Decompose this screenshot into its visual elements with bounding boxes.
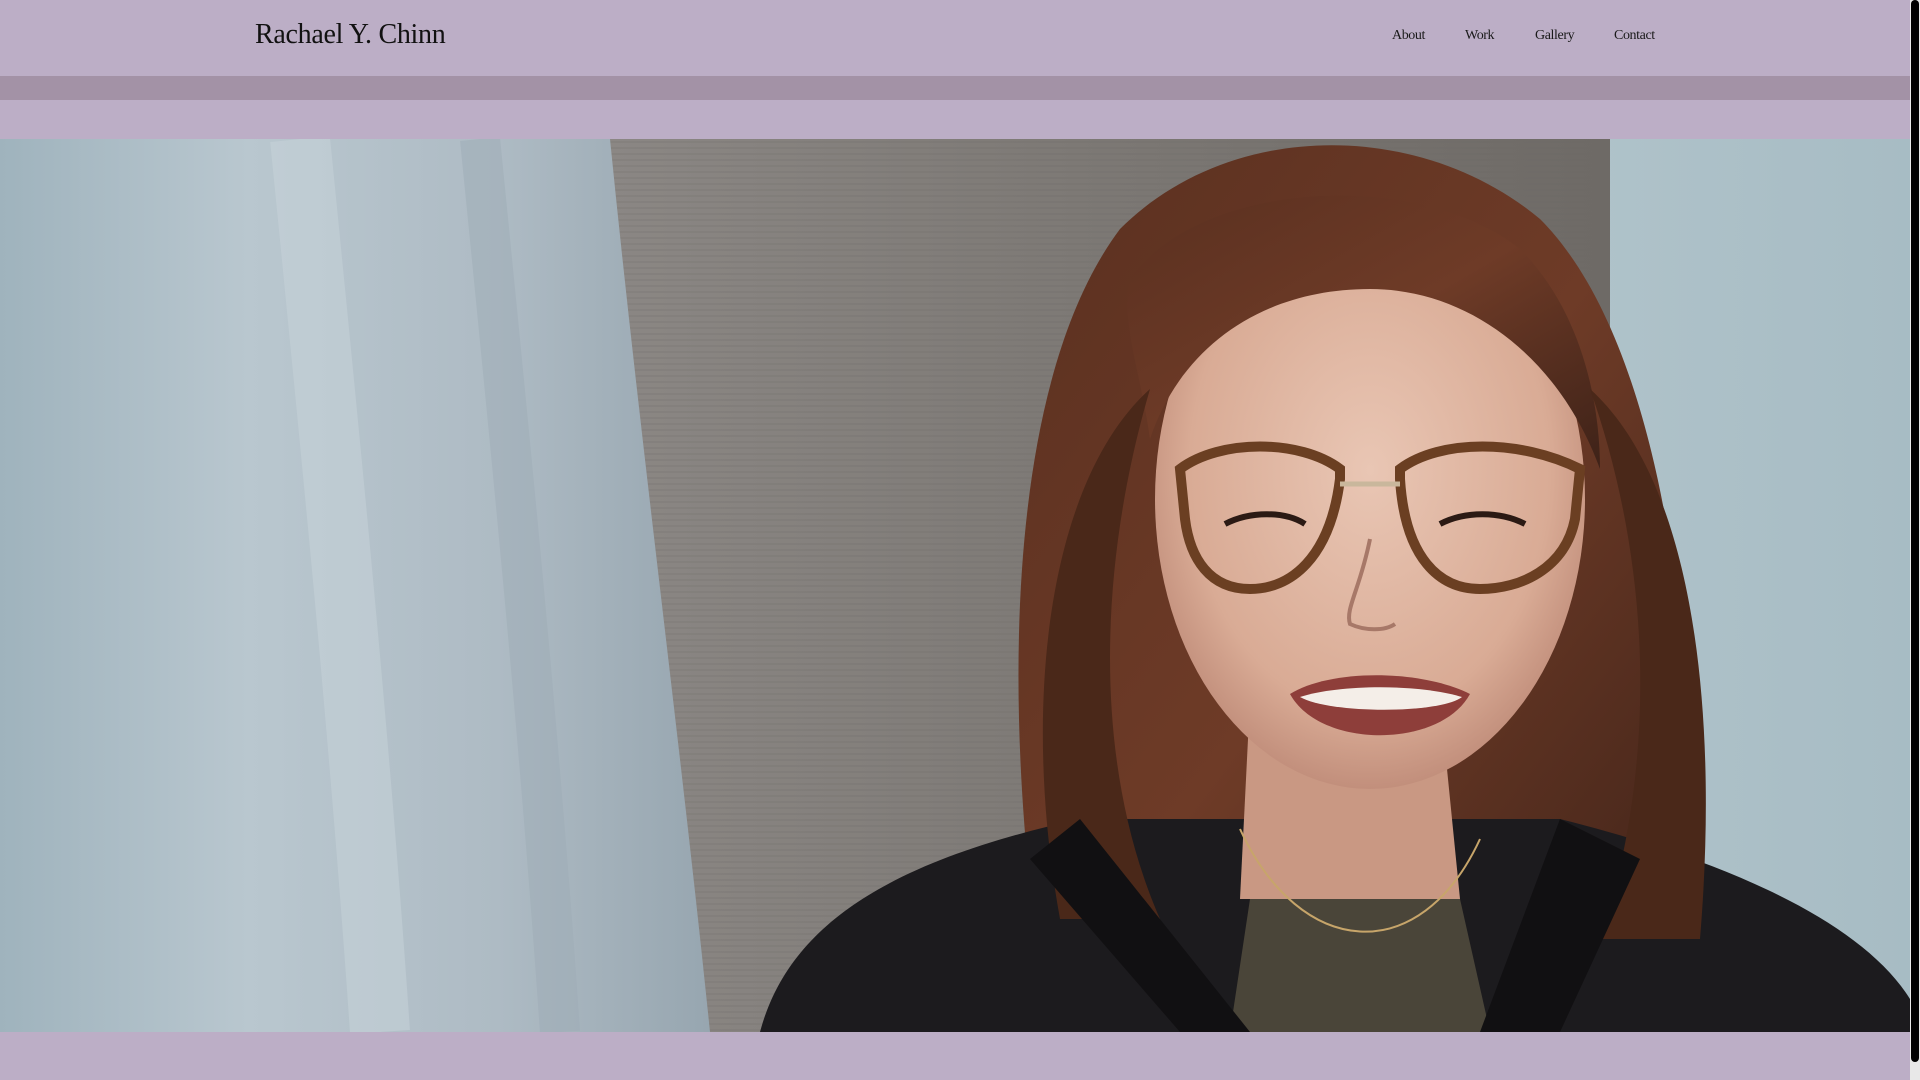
nav-link-contact[interactable]: Contact [1614, 28, 1655, 44]
spacer-band [0, 100, 1910, 139]
scrollbar[interactable] [1910, 0, 1920, 1080]
scrollbar-thumb[interactable] [1911, 0, 1919, 1062]
nav-link-work[interactable]: Work [1465, 28, 1495, 44]
bottom-band [0, 1032, 1910, 1080]
main-nav: About Work Gallery Contact [0, 28, 1910, 52]
portrait-photo [0, 139, 1910, 1032]
header-divider-band [0, 76, 1910, 100]
site-header: Rachael Y. Chinn About Work Gallery Cont… [0, 0, 1910, 76]
nav-link-gallery[interactable]: Gallery [1535, 28, 1575, 44]
hero-banner [0, 139, 1910, 1032]
nav-link-about[interactable]: About [1392, 28, 1425, 44]
